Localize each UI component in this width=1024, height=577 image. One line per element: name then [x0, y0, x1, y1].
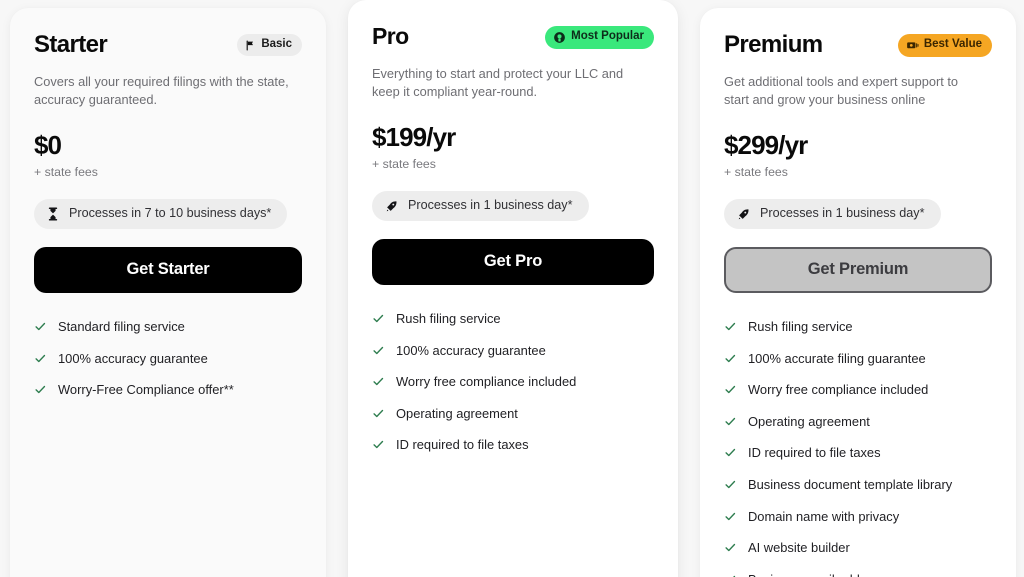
feature-item: Operating agreement — [724, 414, 992, 430]
badge-most-popular: Most Popular — [545, 25, 654, 49]
processing-time-label-pro: Processes in 1 business day* — [408, 198, 573, 213]
feature-item: Business document template library — [724, 477, 992, 493]
feature-item: 100% accuracy guarantee — [372, 343, 654, 359]
check-icon — [34, 352, 47, 365]
check-icon — [34, 383, 47, 396]
pricing-plans-stage: Starter Basic Covers all your required f… — [0, 0, 1024, 577]
feature-item: Rush filing service — [372, 311, 654, 327]
processing-time-label-premium: Processes in 1 business day* — [760, 206, 925, 221]
check-icon — [724, 541, 737, 554]
plan-description-starter: Covers all your required filings with th… — [34, 74, 289, 108]
price-block-pro: $199/yr + state fees — [372, 123, 654, 172]
feature-item: 100% accurate filing guarantee — [724, 351, 992, 367]
check-icon — [372, 344, 385, 357]
feature-item: AI website builder — [724, 540, 992, 556]
feature-item: Worry free compliance included — [372, 374, 654, 390]
cash-stack-icon — [906, 39, 919, 52]
feature-label: ID required to file taxes — [748, 445, 881, 461]
feature-item: Rush filing service — [724, 319, 992, 335]
hourglass-icon — [47, 207, 59, 221]
feature-list-pro: Rush filing service 100% accuracy guaran… — [372, 311, 654, 454]
plan-description-premium: Get additional tools and expert support … — [724, 74, 959, 108]
badge-basic-label: Basic — [261, 38, 292, 51]
check-icon — [724, 320, 737, 333]
processing-time-chip-premium: Processes in 1 business day* — [724, 199, 941, 229]
feature-item: Worry free compliance included — [724, 382, 992, 398]
plan-title-pro: Pro — [372, 23, 409, 50]
feature-label: Rush filing service — [396, 310, 501, 326]
processing-time-chip-pro: Processes in 1 business day* — [372, 191, 589, 221]
feature-list-premium: Rush filing service 100% accurate filing… — [724, 319, 992, 577]
plan-price-starter: $0 — [34, 130, 62, 161]
pricing-card-starter[interactable]: Starter Basic Covers all your required f… — [10, 8, 326, 577]
plan-title-premium: Premium — [724, 30, 823, 58]
check-icon — [724, 446, 737, 459]
plan-price-pro: $199/yr — [372, 122, 456, 153]
plan-title-starter: Starter — [34, 30, 108, 58]
get-premium-button[interactable]: Get Premium — [724, 246, 992, 293]
feature-item: ID required to file taxes — [372, 437, 654, 453]
check-icon — [34, 320, 47, 333]
feature-label: Business document template library — [748, 477, 953, 493]
feature-item: 100% accuracy guarantee — [34, 351, 302, 367]
feature-label: AI website builder — [748, 540, 850, 556]
feature-label: 100% accurate filing guarantee — [748, 350, 926, 366]
check-icon — [724, 510, 737, 523]
check-icon — [372, 438, 385, 451]
plan-description-pro: Everything to start and protect your LLC… — [372, 66, 624, 100]
check-icon — [724, 383, 737, 396]
plan-price-note-pro: + state fees — [372, 157, 436, 172]
check-icon — [724, 573, 737, 577]
feature-item: Business email address — [724, 572, 992, 577]
flag-icon — [245, 40, 256, 51]
feature-label: Domain name with privacy — [748, 508, 900, 524]
award-medal-icon — [553, 31, 566, 44]
feature-item: Domain name with privacy — [724, 509, 992, 525]
feature-item: Standard filing service — [34, 319, 302, 335]
processing-time-chip-starter: Processes in 7 to 10 business days* — [34, 199, 288, 229]
price-block-starter: $0 + state fees — [34, 131, 302, 180]
price-block-premium: $299/yr + state fees — [724, 131, 992, 180]
card-header-pro: Pro Most Popular — [372, 22, 654, 52]
get-starter-button[interactable]: Get Starter — [34, 246, 302, 293]
badge-best-value-label: Best Value — [923, 38, 982, 51]
rocket-icon — [385, 200, 398, 213]
feature-label: Rush filing service — [748, 318, 853, 334]
check-icon — [372, 375, 385, 388]
feature-label: Worry free compliance included — [748, 382, 929, 398]
processing-time-label-starter: Processes in 7 to 10 business days* — [69, 206, 272, 221]
feature-label: Business email address — [748, 572, 884, 577]
card-header-starter: Starter Basic — [34, 30, 302, 60]
pricing-card-pro[interactable]: Pro Most Popular Everything to start and… — [348, 0, 678, 577]
feature-label: Worry-Free Compliance offer** — [58, 382, 234, 398]
get-pro-button[interactable]: Get Pro — [372, 238, 654, 285]
feature-item: Worry-Free Compliance offer** — [34, 382, 302, 398]
feature-label: 100% accuracy guarantee — [396, 342, 546, 358]
feature-label: Operating agreement — [748, 413, 870, 429]
feature-label: Standard filing service — [58, 318, 185, 334]
plan-price-premium: $299/yr — [724, 130, 808, 161]
feature-item: Operating agreement — [372, 406, 654, 422]
feature-label: ID required to file taxes — [396, 437, 529, 453]
feature-item: ID required to file taxes — [724, 445, 992, 461]
badge-basic: Basic — [237, 34, 302, 56]
check-icon — [372, 312, 385, 325]
card-header-premium: Premium Best Value — [724, 30, 992, 60]
pricing-card-premium[interactable]: Premium Best Value Get additional tools … — [700, 8, 1016, 577]
plan-price-note-starter: + state fees — [34, 165, 98, 180]
feature-label: Worry free compliance included — [396, 374, 577, 390]
feature-label: 100% accuracy guarantee — [58, 350, 208, 366]
rocket-icon — [737, 208, 750, 221]
badge-best-value: Best Value — [897, 33, 992, 57]
check-icon — [724, 478, 737, 491]
check-icon — [724, 415, 737, 428]
feature-label: Operating agreement — [396, 405, 518, 421]
feature-list-starter: Standard filing service 100% accuracy gu… — [34, 319, 302, 398]
check-icon — [372, 407, 385, 420]
badge-most-popular-label: Most Popular — [571, 30, 644, 43]
check-icon — [724, 352, 737, 365]
plan-price-note-premium: + state fees — [724, 165, 788, 180]
